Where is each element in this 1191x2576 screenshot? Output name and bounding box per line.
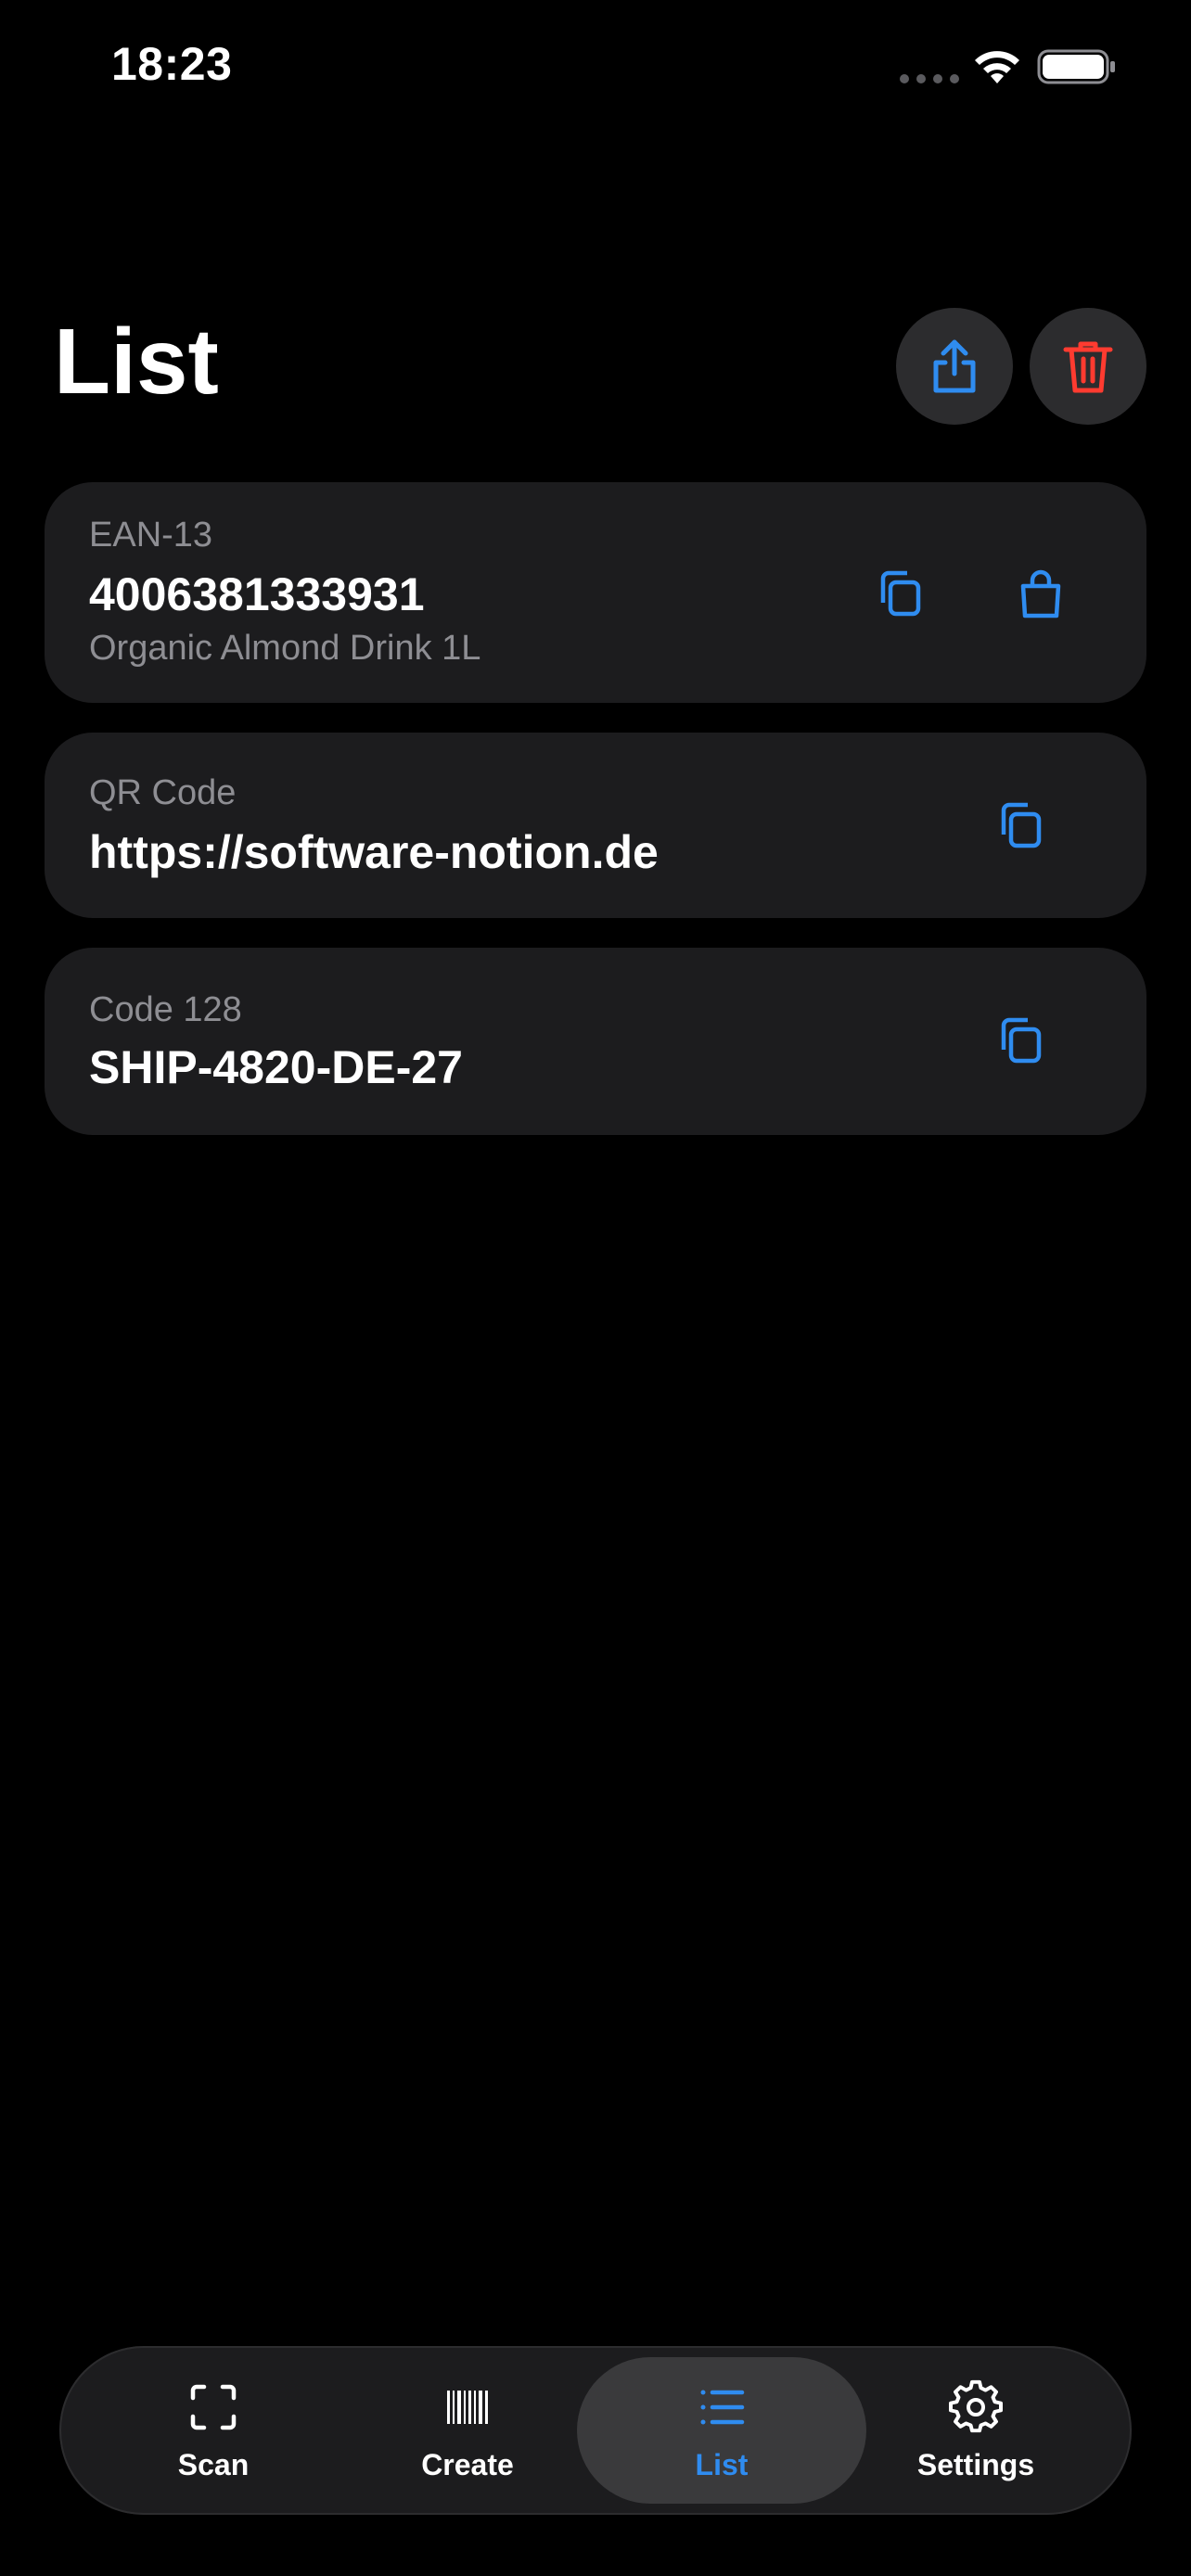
list-item[interactable]: QR Code https://software-notion.de (45, 733, 1146, 918)
product-description: Organic Almond Drink 1L (89, 629, 481, 668)
list-item[interactable]: Code 128 SHIP-4820-DE-27 (45, 948, 1146, 1135)
copy-icon (1001, 1017, 1042, 1064)
tab-create[interactable]: Create (323, 2357, 612, 2504)
copy-button[interactable] (985, 1003, 1059, 1078)
page-title: List (54, 310, 219, 414)
status-bar: 18:23 (0, 0, 1191, 139)
code-type-label: Code 128 (89, 990, 242, 1029)
copy-button[interactable] (864, 556, 939, 631)
tab-scan[interactable]: Scan (69, 2357, 358, 2504)
tab-bar: Scan Create List Settings (59, 2346, 1132, 2515)
shopping-bag-icon (1020, 569, 1061, 618)
shop-button[interactable] (1004, 556, 1078, 631)
tab-list[interactable]: List (577, 2357, 866, 2504)
wifi-icon (975, 51, 1019, 83)
tab-settings[interactable]: Settings (831, 2357, 1121, 2504)
code-type-label: QR Code (89, 773, 237, 812)
copy-icon (1001, 802, 1042, 848)
scan-icon (190, 2384, 237, 2429)
tab-label: Scan (177, 2447, 250, 2481)
tab-label: Create (421, 2447, 514, 2481)
gear-icon (949, 2379, 1003, 2432)
share-button[interactable] (896, 308, 1013, 425)
tab-label: Settings (916, 2447, 1035, 2481)
trash-icon (1063, 341, 1113, 393)
copy-icon (880, 570, 921, 617)
share-icon (933, 339, 976, 393)
copy-button[interactable] (985, 788, 1059, 862)
battery-icon (1037, 49, 1115, 84)
list-item[interactable]: EAN-13 4006381333931 Organic Almond Drin… (45, 482, 1146, 703)
code-type-label: EAN-13 (89, 516, 213, 555)
tab-label: List (695, 2447, 749, 2481)
code-value: 4006381333931 (89, 568, 425, 620)
cellular-signal-icon (900, 74, 959, 83)
code-value: https://software-notion.de (89, 826, 659, 878)
list-icon (700, 2390, 745, 2424)
barcode-icon (447, 2390, 488, 2424)
status-time: 18:23 (111, 38, 233, 90)
code-value: SHIP-4820-DE-27 (89, 1041, 463, 1093)
delete-all-button[interactable] (1030, 308, 1146, 425)
